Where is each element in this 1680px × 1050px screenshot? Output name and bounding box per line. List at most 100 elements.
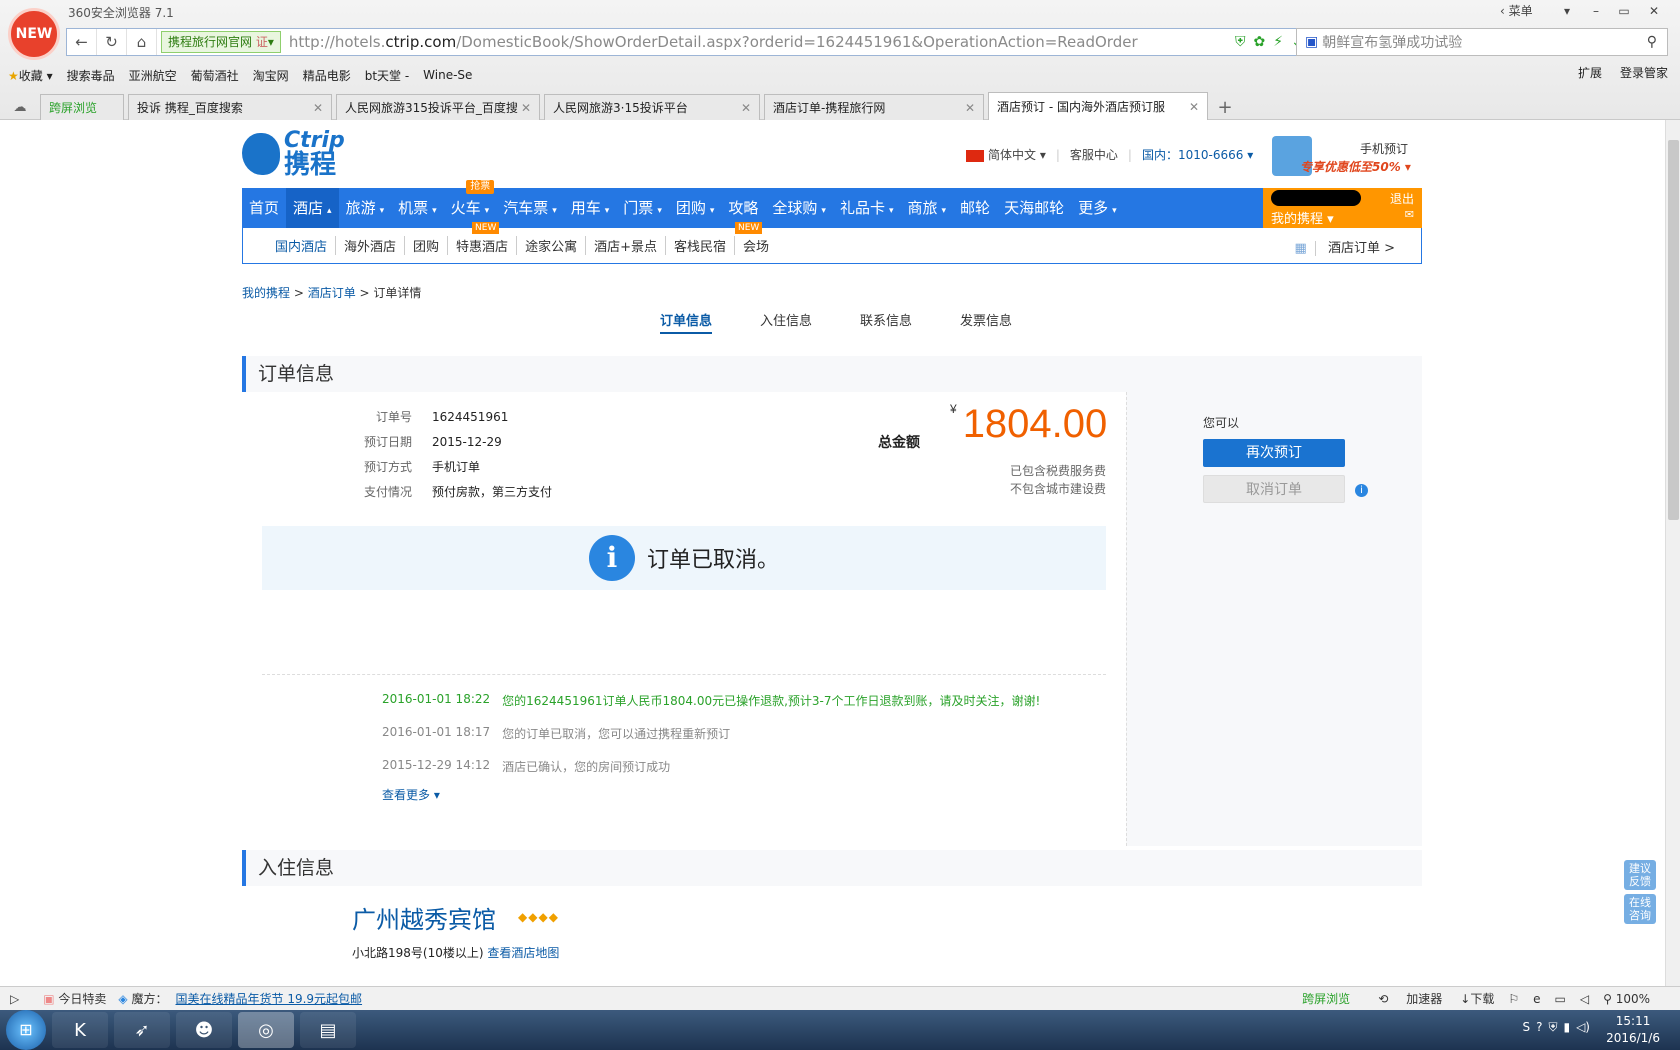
subnav-groupbuy[interactable]: 团购 xyxy=(405,236,449,255)
bookmark-item[interactable]: Wine-Se xyxy=(423,68,472,82)
nav-giftcard[interactable]: 礼品卡 ▾ xyxy=(833,188,901,228)
back-icon[interactable]: ← xyxy=(67,29,97,55)
user-box[interactable]: 退出 我的携程 ▾ ✉ xyxy=(1263,188,1422,228)
browser-360-icon[interactable]: ◎ xyxy=(238,1012,294,1048)
menu-button[interactable]: ‹ 菜单 xyxy=(1500,2,1533,19)
kugou-icon[interactable]: K xyxy=(52,1012,108,1048)
shield-icon[interactable]: ⛨ xyxy=(1548,1020,1557,1035)
login-manager-button[interactable]: 登录管家 xyxy=(1620,64,1668,81)
bookmark-item[interactable]: 葡萄酒社 xyxy=(191,67,239,84)
scroll-thumb[interactable] xyxy=(1668,140,1679,520)
subnav-hotel-scenic[interactable]: 酒店+景点 xyxy=(586,236,666,255)
nav-business[interactable]: 商旅 ▾ xyxy=(901,188,954,228)
address-bar[interactable]: ← ↻ ⌂ 携程旅行网官网 证▾ http://hotels.ctrip.com… xyxy=(66,28,1336,56)
close-tab-icon[interactable]: ✕ xyxy=(1189,100,1199,114)
tab-cross-screen[interactable]: 跨屏浏览 xyxy=(40,94,124,120)
bookmark-favorites[interactable]: ★收藏 ▾ xyxy=(8,67,53,84)
hotel-name[interactable]: 广州越秀宾馆 xyxy=(352,900,496,935)
hotel-map-link[interactable]: 查看酒店地图 xyxy=(487,946,559,960)
subnav-domestic[interactable]: 国内酒店 xyxy=(267,236,337,255)
subnav-venue[interactable]: NEW 会场 xyxy=(735,222,777,255)
sound-icon[interactable]: ◁ xyxy=(1580,992,1589,1006)
close-icon[interactable]: ✕ xyxy=(1642,2,1666,20)
ime-icon[interactable]: S xyxy=(1522,1020,1530,1035)
close-tab-icon[interactable]: ✕ xyxy=(521,101,531,115)
home-icon[interactable]: ⌂ xyxy=(127,29,157,55)
bookmark-item[interactable]: 淘宝网 xyxy=(253,67,289,84)
cross-screen-status[interactable]: 跨屏浏览 xyxy=(1302,990,1350,1007)
tab-order-info[interactable]: 订单信息 xyxy=(660,310,713,334)
bookmark-item[interactable]: 精品电影 xyxy=(303,67,351,84)
cloud-icon[interactable]: ☁ xyxy=(0,94,40,120)
scrollbar[interactable] xyxy=(1665,120,1680,986)
tab-invoice-info[interactable]: 发票信息 xyxy=(960,310,1012,334)
search-input[interactable]: ▣ 朝鲜宣布氢弹成功试验 ⚲ xyxy=(1296,28,1668,56)
rebook-button[interactable]: 再次预订 xyxy=(1203,439,1345,467)
feedback-button[interactable]: 建议反馈 xyxy=(1624,860,1656,890)
language-select[interactable]: 简体中文 ▾ xyxy=(966,146,1046,163)
nav-bus[interactable]: 汽车票 ▾ xyxy=(496,188,564,228)
ie-icon[interactable]: e xyxy=(1533,992,1540,1006)
qq-icon[interactable]: ☻ xyxy=(176,1012,232,1048)
tab-baidu-search[interactable]: 投诉 携程_百度搜索 ✕ xyxy=(128,94,332,120)
close-tab-icon[interactable]: ✕ xyxy=(741,101,751,115)
flag-icon[interactable]: ⚐ xyxy=(1508,992,1519,1006)
site-verify-badge[interactable]: 携程旅行网官网 证▾ xyxy=(161,31,281,53)
zoom-control[interactable]: ⚲ 100% xyxy=(1603,992,1650,1006)
nav-tickets[interactable]: 门票 ▾ xyxy=(616,188,669,228)
bookmark-item[interactable]: 搜索毒品 xyxy=(67,67,115,84)
minimize-icon[interactable]: – xyxy=(1584,2,1608,20)
phone-select[interactable]: 国内：1010-6666 ▾ xyxy=(1142,146,1253,163)
bird-app-icon[interactable]: ➶ xyxy=(114,1012,170,1048)
tab-baidu-search-2[interactable]: 人民网旅游315投诉平台_百度搜 ✕ xyxy=(336,94,540,120)
accelerator[interactable]: 加速器 xyxy=(1406,990,1442,1007)
help-icon[interactable]: ? xyxy=(1536,1020,1542,1035)
subnav-special[interactable]: NEW 特惠酒店 xyxy=(448,222,518,255)
cancel-order-button[interactable]: 取消订单 xyxy=(1203,475,1345,503)
url-text[interactable]: http://hotels.ctrip.com/DomesticBook/Sho… xyxy=(289,33,1235,51)
tab-checkin-info[interactable]: 入住信息 xyxy=(760,310,812,334)
refresh-icon[interactable]: ↻ xyxy=(97,29,127,55)
bookmark-item[interactable]: bt天堂 - xyxy=(365,67,409,84)
close-tab-icon[interactable]: ✕ xyxy=(965,101,975,115)
tab-hotel-booking[interactable]: 酒店预订 - 国内海外酒店预订服 ✕ xyxy=(988,92,1208,120)
cancel-info-icon[interactable]: i xyxy=(1355,484,1368,497)
tab-hotel-orders[interactable]: 酒店订单-携程旅行网 ✕ xyxy=(764,94,984,120)
new-badge-icon[interactable]: NEW xyxy=(8,8,60,60)
nav-tianhai-cruise[interactable]: 天海邮轮 xyxy=(997,188,1071,228)
hotel-orders-link[interactable]: ▦ 酒店订单 > xyxy=(1286,237,1403,256)
new-tab-icon[interactable]: + xyxy=(1212,94,1238,120)
ad-link[interactable]: 国美在线精品年货节 19.9元起包邮 xyxy=(176,990,363,1007)
clock[interactable]: 15:11 2016/1/6 xyxy=(1606,1013,1660,1047)
online-consult-button[interactable]: 在线咨询 xyxy=(1624,894,1656,924)
volume-icon[interactable]: ◁) xyxy=(1576,1020,1590,1035)
view-more-link[interactable]: 查看更多 ▾ xyxy=(382,786,440,803)
logout-link[interactable]: 退出 xyxy=(1390,190,1414,207)
search-icon[interactable]: ⚲ xyxy=(1647,34,1657,50)
nav-global-shop[interactable]: 全球购 ▾ xyxy=(765,188,833,228)
breadcrumb-hotel-orders[interactable]: 酒店订单 xyxy=(308,286,356,300)
refresh-status-icon[interactable]: ⟲ xyxy=(1378,992,1388,1006)
mobile-promo[interactable]: 手机预订 专享优惠低至50% ▾ xyxy=(1272,132,1422,182)
sidebar-toggle-icon[interactable]: ▷ xyxy=(10,992,19,1006)
nav-home[interactable]: 首页 xyxy=(242,188,286,228)
magic-cube[interactable]: ◈ 魔方： xyxy=(118,990,167,1007)
nav-car[interactable]: 用车 ▾ xyxy=(564,188,617,228)
maximize-icon[interactable]: ▭ xyxy=(1612,2,1636,20)
tab-contact-info[interactable]: 联系信息 xyxy=(860,310,912,334)
nav-cruise[interactable]: 邮轮 xyxy=(953,188,997,228)
windows-start-icon[interactable]: ⊞ xyxy=(6,1010,46,1050)
nav-groupbuy[interactable]: 团购 ▾ xyxy=(669,188,722,228)
my-ctrip-link[interactable]: 我的携程 xyxy=(1271,212,1323,227)
subnav-overseas[interactable]: 海外酒店 xyxy=(336,236,406,255)
network-icon[interactable]: ▮ xyxy=(1563,1020,1570,1035)
nav-more[interactable]: 更多 ▾ xyxy=(1071,188,1124,228)
skin-icon[interactable]: ▾ xyxy=(1555,2,1579,20)
nav-flight[interactable]: 机票 ▾ xyxy=(391,188,444,228)
close-tab-icon[interactable]: ✕ xyxy=(313,101,323,115)
nav-travel[interactable]: 旅游 ▾ xyxy=(339,188,392,228)
subnav-inn[interactable]: 客栈民宿 xyxy=(666,236,735,255)
breadcrumb-my-ctrip[interactable]: 我的携程 xyxy=(242,286,290,300)
nav-hotel[interactable]: 酒店 ▴ xyxy=(286,188,339,228)
calculator-icon[interactable]: ▤ xyxy=(300,1012,356,1048)
